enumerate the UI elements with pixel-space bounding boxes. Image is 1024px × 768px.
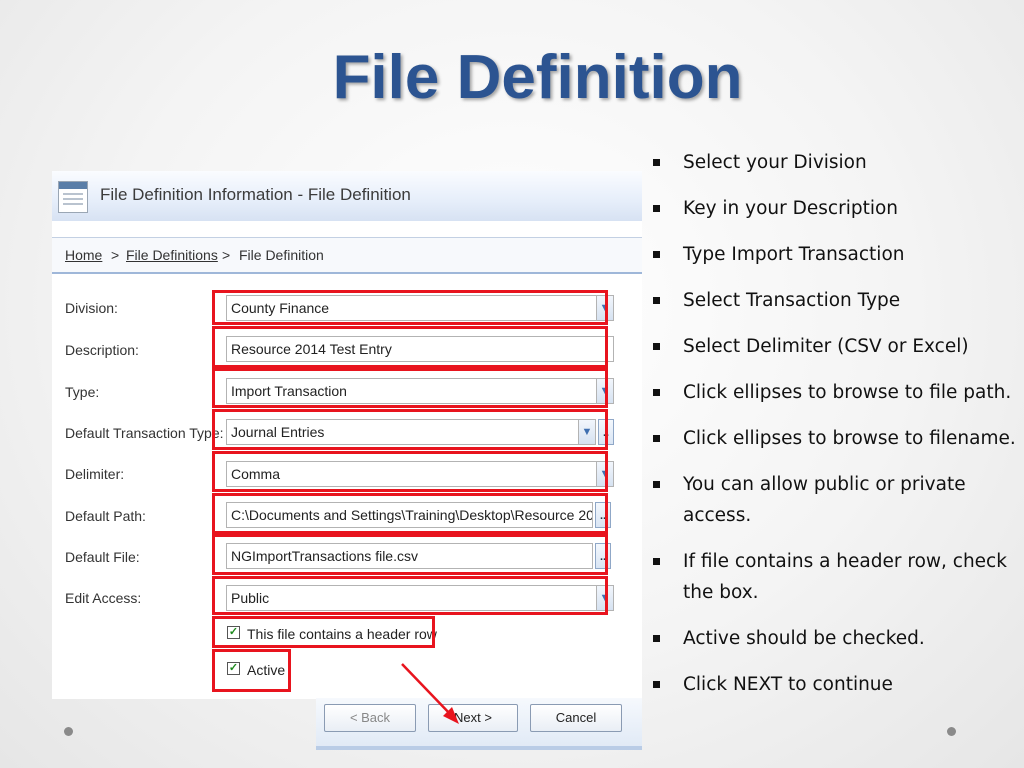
bullet-text: Type Import Transaction [683,244,905,265]
slide-title: File Definition [332,43,743,112]
bullet-square-icon [653,435,660,442]
document-icon [58,181,88,213]
panel-header: File Definition Information - File Defin… [52,171,642,221]
bullet-text: Click NEXT to continue [683,674,893,695]
bullet-text: Click ellipses to browse to filename. [683,428,1016,449]
list-item: You can allow public or private access. [650,469,1020,531]
panel-title: File Definition Information - File Defin… [100,185,411,204]
highlight-box [212,290,608,325]
list-item: Key in your Description [650,193,1020,224]
description-label: Description: [65,342,139,358]
division-label: Division: [65,300,118,316]
bullet-text: Key in your Description [683,198,899,219]
delimiter-label: Delimiter: [65,466,125,482]
bullet-text: Active should be checked. [683,628,925,649]
list-item: Click ellipses to browse to filename. [650,423,1020,454]
bullet-text: Select Delimiter (CSV or Excel) [683,336,969,357]
default-path-label: Default Path: [65,508,146,524]
bullet-text: You can allow public or private access. [683,474,966,526]
slide-dot-icon [947,727,956,736]
bullet-square-icon [653,297,660,304]
list-item: Type Import Transaction [650,239,1020,270]
back-button[interactable]: < Back [324,704,416,732]
highlight-box [212,534,608,575]
bullet-text: Click ellipses to browse to file path. [683,382,1012,403]
list-item: Select Delimiter (CSV or Excel) [650,331,1020,362]
highlight-box [212,616,435,648]
breadcrumb-current: File Definition [239,247,324,263]
breadcrumb-separator: > [222,247,231,263]
highlight-box [212,368,608,408]
bullet-square-icon [653,251,660,258]
highlight-box [212,576,608,615]
bullet-square-icon [653,205,660,212]
highlight-box [212,493,608,534]
list-item: Select Transaction Type [650,285,1020,316]
bullet-text: Select Transaction Type [683,290,901,311]
highlight-box [212,649,291,692]
bullet-text: If file contains a header row, check the… [683,551,1007,603]
list-item: Click NEXT to continue [650,669,1020,700]
breadcrumb: Home > File Definitions > File Definitio… [52,237,642,274]
cancel-button[interactable]: Cancel [530,704,622,732]
bullet-square-icon [653,159,660,166]
next-button[interactable]: Next > [428,704,518,732]
type-label: Type: [65,384,100,400]
instruction-list: Select your Division Key in your Descrip… [650,147,1020,715]
list-item: Select your Division [650,147,1020,178]
list-item: Click ellipses to browse to file path. [650,377,1020,408]
breadcrumb-file-definitions-link[interactable]: File Definitions [126,238,218,272]
breadcrumb-separator: > [111,247,120,263]
default-file-label: Default File: [65,549,140,565]
bullet-square-icon [653,681,660,688]
bullet-square-icon [653,343,660,350]
edit-access-label: Edit Access: [65,590,142,606]
breadcrumb-home-link[interactable]: Home [65,238,102,272]
wizard-button-bar: < Back Next > Cancel [316,698,642,750]
bullet-square-icon [653,558,660,565]
list-item: If file contains a header row, check the… [650,546,1020,608]
slide-dot-icon [64,727,73,736]
bullet-text: Select your Division [683,152,867,173]
highlight-box [212,326,608,368]
form-screenshot: File Definition Information - File Defin… [52,171,642,699]
highlight-box [212,409,608,450]
bullet-square-icon [653,481,660,488]
default-transaction-type-label: Default Transaction Type: [65,425,224,441]
highlight-box [212,451,608,492]
bullet-square-icon [653,635,660,642]
list-item: Active should be checked. [650,623,1020,654]
bullet-square-icon [653,389,660,396]
